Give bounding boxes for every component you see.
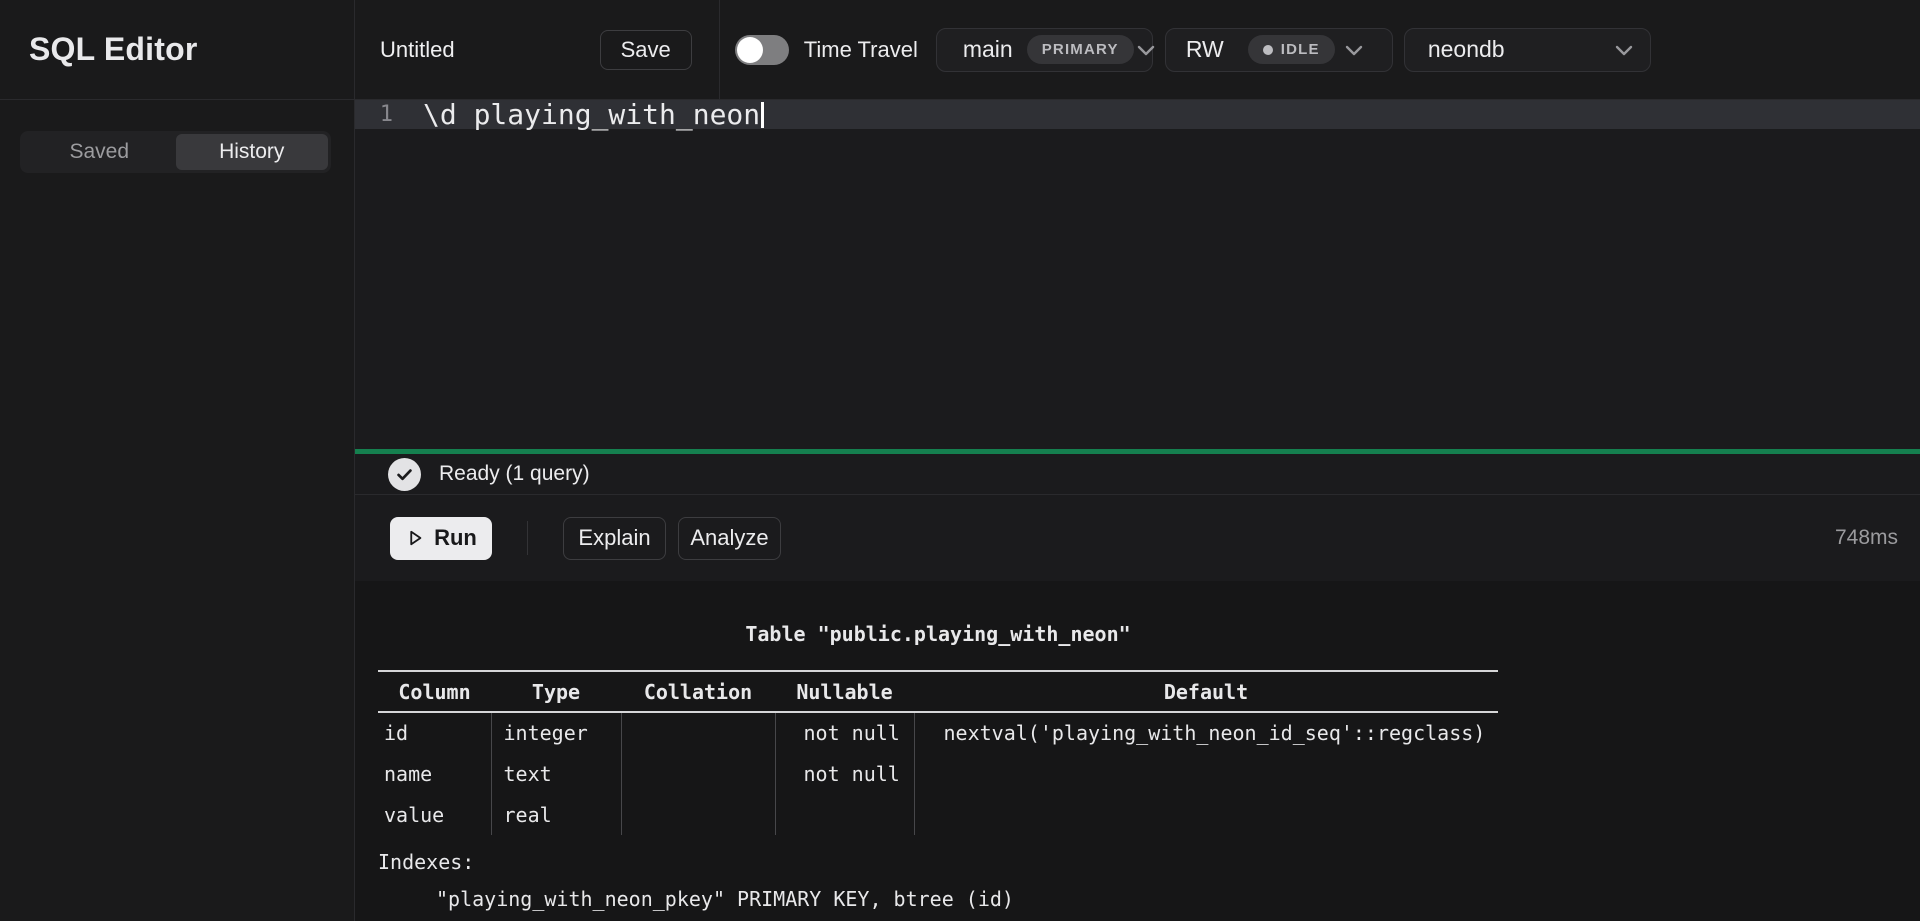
cell: integer xyxy=(491,712,621,753)
branch-select[interactable]: main PRIMARY xyxy=(936,28,1153,72)
topbar: Untitled Save Time Travel main PRIMARY R… xyxy=(355,0,1920,100)
branch-primary-badge: PRIMARY xyxy=(1027,35,1134,64)
table-row: id integer not null nextval('playing_wit… xyxy=(378,712,1498,753)
cell: text xyxy=(491,753,621,794)
topbar-divider xyxy=(719,0,720,99)
main-area: 1 \d playing_with_neon Ready (1 query) R… xyxy=(355,100,1920,921)
toggle-knob xyxy=(737,37,763,63)
cell: nextval('playing_with_neon_id_seq'::regc… xyxy=(914,712,1498,753)
branch-name: main xyxy=(963,36,1013,63)
tab-history[interactable]: History xyxy=(176,134,329,170)
result-table-title: Table "public.playing_with_neon" xyxy=(378,622,1498,646)
compute-status: IDLE xyxy=(1281,41,1320,58)
compute-name: RW xyxy=(1186,36,1224,63)
saved-history-segmented-control: Saved History xyxy=(20,131,331,173)
cell xyxy=(621,794,775,835)
idle-dot-icon xyxy=(1263,45,1273,55)
query-title: Untitled xyxy=(380,37,455,63)
editor-code: \d playing_with_neon xyxy=(423,98,764,131)
col-header-column: Column xyxy=(378,671,491,712)
ready-status-text: Ready (1 query) xyxy=(439,462,590,486)
toolbar-divider xyxy=(527,521,528,555)
cell: not null xyxy=(775,712,914,753)
cell xyxy=(914,753,1498,794)
sql-editor[interactable]: 1 \d playing_with_neon xyxy=(355,100,1920,449)
editor-current-line: 1 \d playing_with_neon xyxy=(355,100,1920,129)
table-header-row: Column Type Collation Nullable Default xyxy=(378,671,1498,712)
result-table: Column Type Collation Nullable Default i… xyxy=(378,670,1498,835)
table-row: value real xyxy=(378,794,1498,835)
chevron-down-icon xyxy=(1342,38,1366,62)
chevron-down-icon xyxy=(1134,38,1158,62)
col-header-collation: Collation xyxy=(621,671,775,712)
line-number: 1 xyxy=(355,102,407,127)
query-toolbar: Run Explain Analyze 748ms xyxy=(355,495,1920,581)
compute-status-badge: IDLE xyxy=(1248,35,1335,64)
cell xyxy=(775,794,914,835)
cell: value xyxy=(378,794,491,835)
query-duration: 748ms xyxy=(1835,526,1898,550)
run-button[interactable]: Run xyxy=(390,517,492,560)
table-row: name text not null xyxy=(378,753,1498,794)
database-name: neondb xyxy=(1428,36,1505,63)
status-bar: Ready (1 query) xyxy=(355,454,1920,495)
play-icon xyxy=(405,528,425,548)
page-title: SQL Editor xyxy=(29,31,198,68)
run-label: Run xyxy=(434,525,477,551)
explain-button[interactable]: Explain xyxy=(563,517,666,560)
cell: name xyxy=(378,753,491,794)
cell xyxy=(914,794,1498,835)
cell: not null xyxy=(775,753,914,794)
cell: id xyxy=(378,712,491,753)
save-button[interactable]: Save xyxy=(600,30,692,70)
indexes-label: Indexes: xyxy=(378,850,1498,874)
index-entry: "playing_with_neon_pkey" PRIMARY KEY, bt… xyxy=(378,887,1498,911)
time-travel-toggle[interactable] xyxy=(735,35,789,65)
col-header-nullable: Nullable xyxy=(775,671,914,712)
cell xyxy=(621,753,775,794)
check-circle-icon xyxy=(388,458,421,491)
analyze-button[interactable]: Analyze xyxy=(678,517,781,560)
code-text: \d playing_with_neon xyxy=(423,98,760,131)
time-travel-label: Time Travel xyxy=(804,37,918,63)
cell xyxy=(621,712,775,753)
results-panel: Table "public.playing_with_neon" Column … xyxy=(355,581,1920,921)
text-cursor xyxy=(761,102,764,128)
chevron-down-icon xyxy=(1612,38,1636,62)
sidebar-header: SQL Editor xyxy=(0,0,355,100)
sidebar: Saved History xyxy=(0,100,355,921)
compute-select[interactable]: RW IDLE xyxy=(1165,28,1393,72)
col-header-type: Type xyxy=(491,671,621,712)
database-select[interactable]: neondb xyxy=(1404,28,1651,72)
tab-saved[interactable]: Saved xyxy=(23,134,176,170)
cell: real xyxy=(491,794,621,835)
col-header-default: Default xyxy=(914,671,1498,712)
